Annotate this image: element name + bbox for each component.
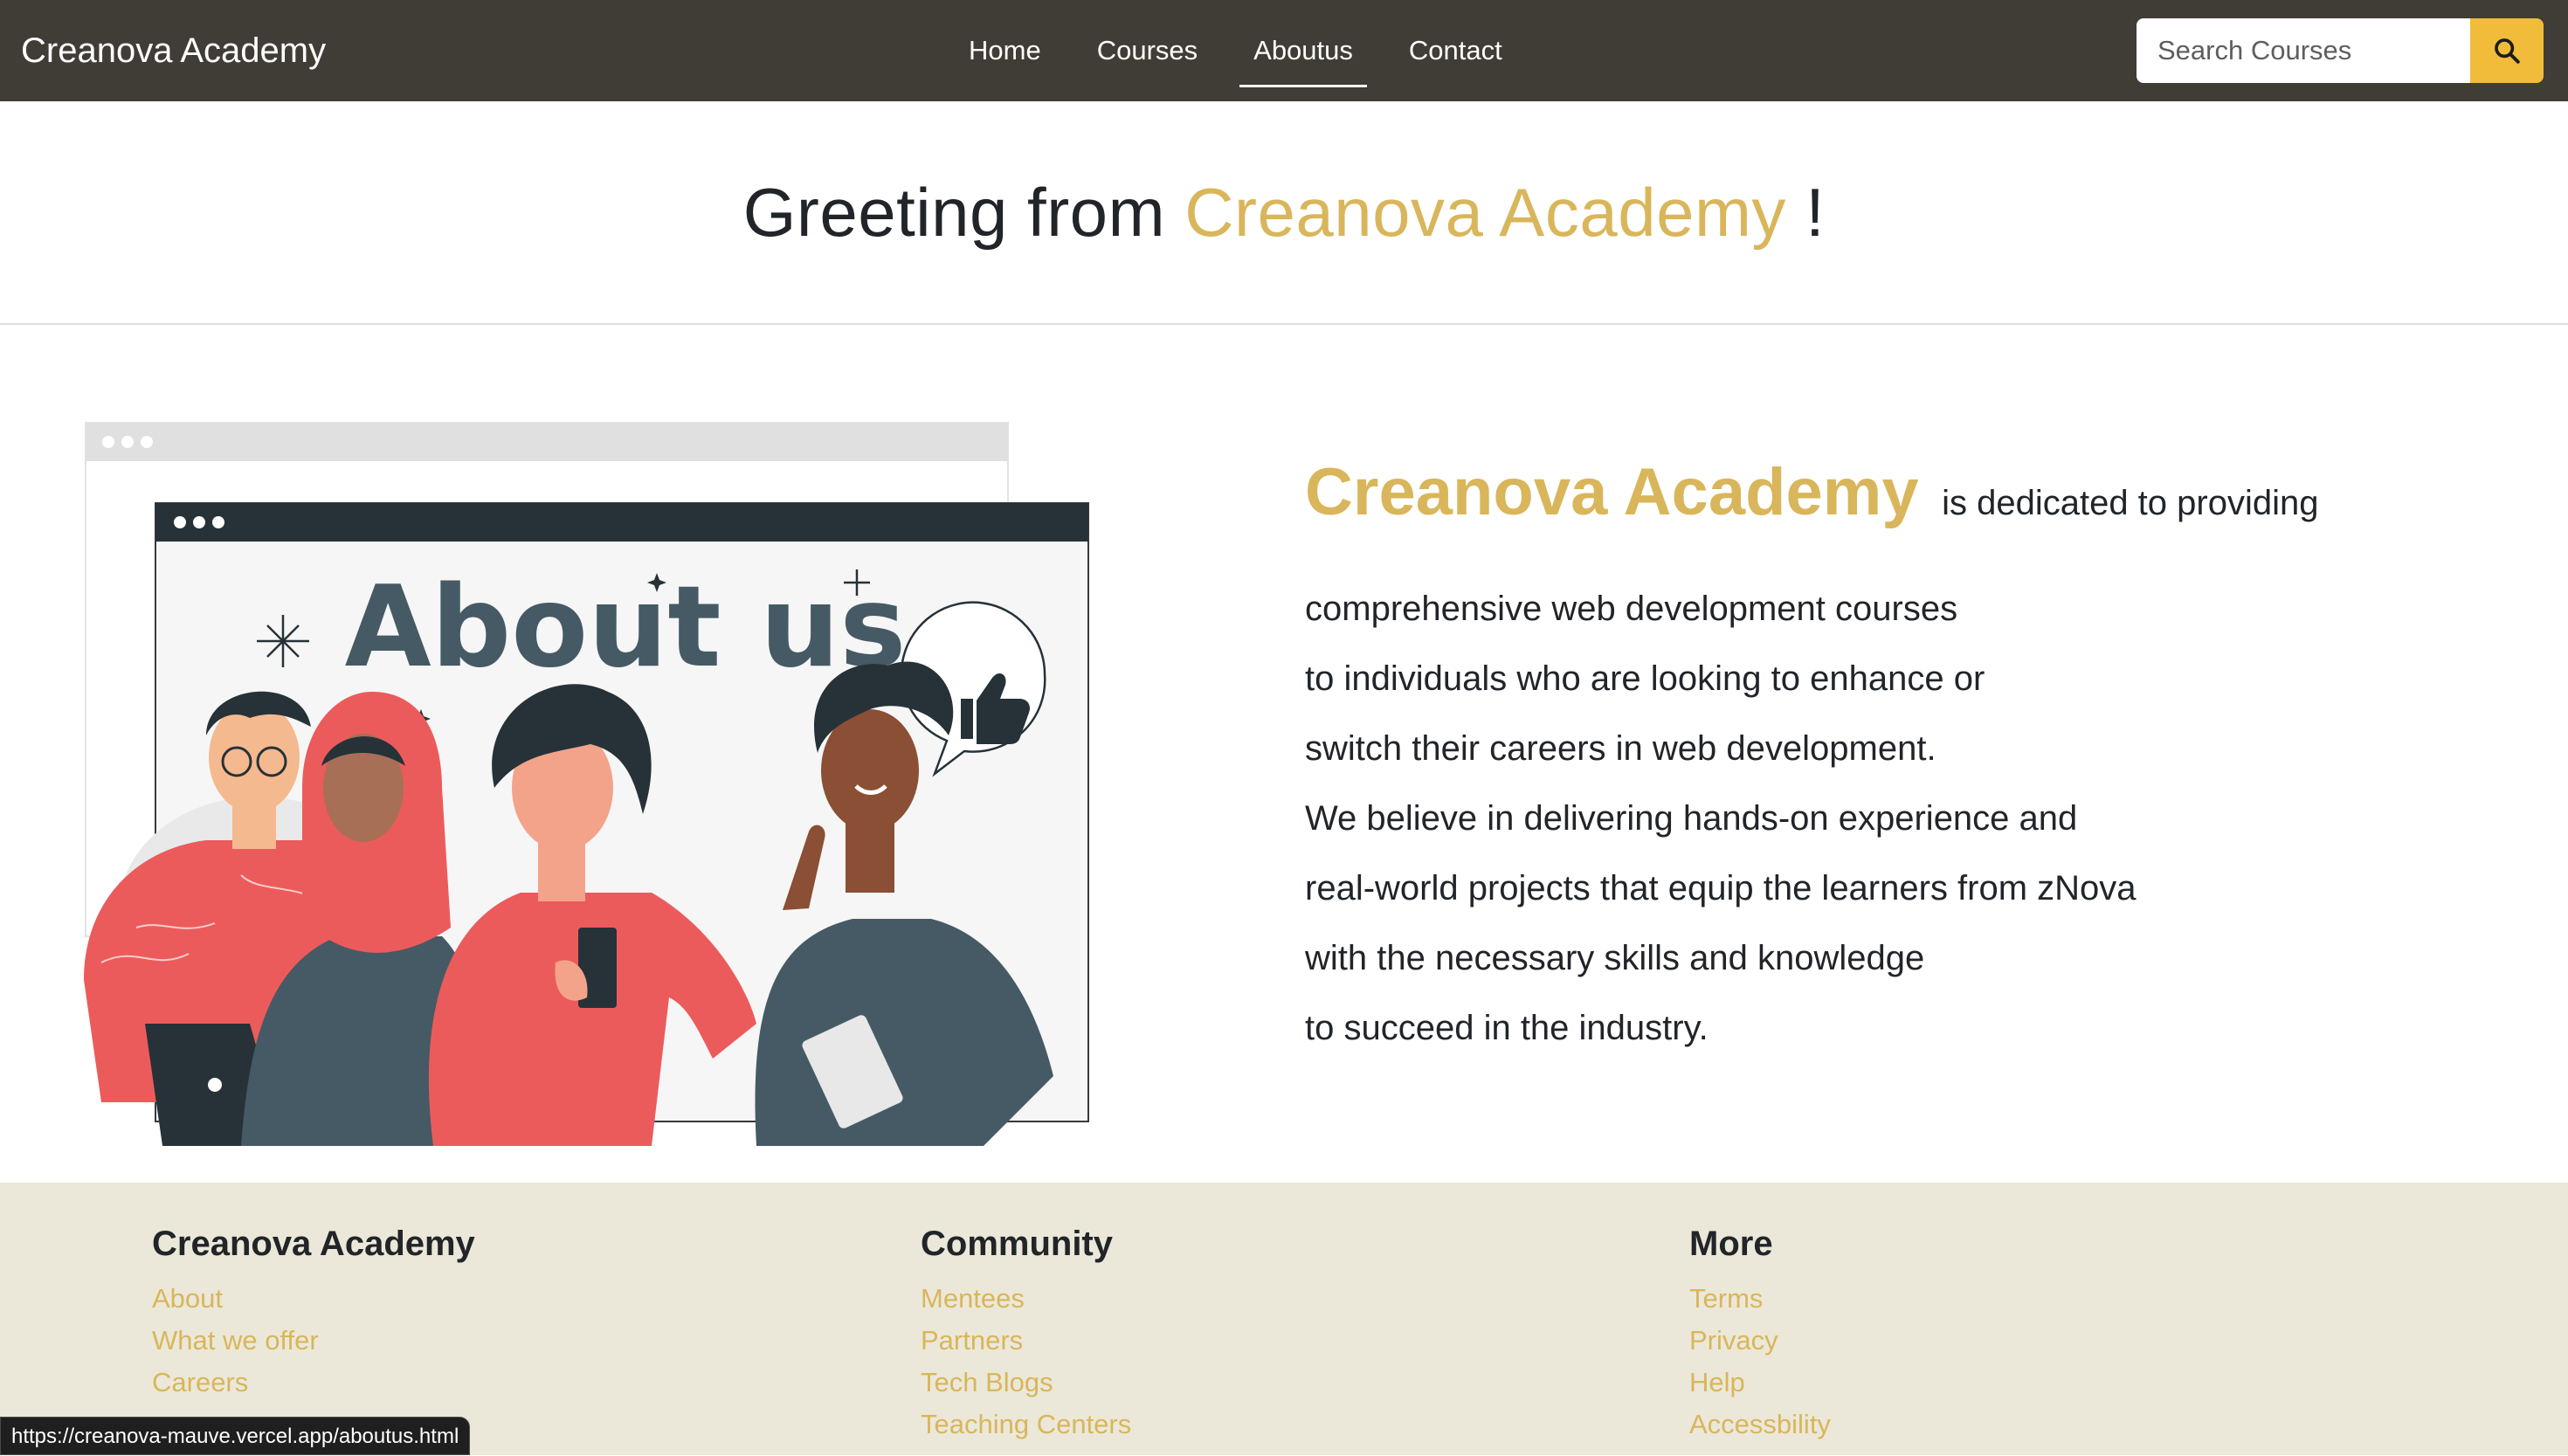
search-button[interactable] [2470,18,2544,83]
footer-link-tech-blogs[interactable]: Tech Blogs [921,1362,1131,1404]
footer-link-help[interactable]: Help [1689,1362,1831,1404]
search-icon [2495,38,2520,64]
footer-link-teaching-centers[interactable]: Teaching Centers [921,1404,1131,1446]
nav-link-contact[interactable]: Contact [1381,0,1530,101]
footer-column-community: Community Mentees Partners Tech Blogs Te… [921,1225,1131,1446]
about-line: We believe in delivering hands-on experi… [1305,799,2078,838]
footer-link-terms[interactable]: Terms [1689,1278,1831,1320]
footer: Creanova Academy About What we offer Car… [0,1183,2568,1455]
footer-column-creanova: Creanova Academy About What we offer Car… [152,1225,475,1404]
footer-link-partners[interactable]: Partners [921,1320,1131,1362]
greeting-suffix: ! [1805,173,1826,251]
about-line: switch their careers in web development. [1305,729,1936,768]
about-line: with the necessary skills and knowledge [1305,939,1925,977]
about-line: to succeed in the industry. [1305,1009,1709,1047]
about-us-illustration: About us [84,422,1089,1146]
search-input[interactable] [2137,18,2470,83]
footer-column-title: Creanova Academy [152,1225,475,1263]
about-line: comprehensive web development courses [1305,590,1958,628]
footer-link-what-we-offer[interactable]: What we offer [152,1320,475,1362]
greeting-heading: Greeting from Creanova Academy ! [743,173,1826,252]
about-lead: is dedicated to providing [1942,484,2319,522]
about-heading: Creanova Academy is dedicated to providi… [1305,454,2510,530]
about-line: to individuals who are looking to enhanc… [1305,659,1985,698]
navbar: Creanova Academy Home Courses Aboutus Co… [0,0,2568,101]
about-line: real-world projects that equip the learn… [1305,869,2137,907]
brand-link[interactable]: Creanova Academy [21,26,326,75]
footer-column-title: Community [921,1225,1113,1263]
footer-link-careers[interactable]: Careers [152,1362,475,1404]
status-bar-url: https://creanova-mauve.vercel.app/aboutu… [0,1417,471,1455]
footer-link-mentees[interactable]: Mentees [921,1278,1131,1320]
footer-column-title: More [1689,1225,1773,1263]
about-brand: Creanova Academy [1305,455,1919,529]
greeting-section: Greeting from Creanova Academy ! [0,101,2568,325]
greeting-prefix: Greeting from [742,173,1166,251]
nav-link-aboutus[interactable]: Aboutus [1225,0,1381,101]
search-form [2137,18,2544,83]
footer-link-about[interactable]: About [152,1278,475,1320]
footer-column-more: More Terms Privacy Help Accessbility [1689,1225,1831,1446]
nav-link-courses[interactable]: Courses [1069,0,1225,101]
nav-link-home[interactable]: Home [941,0,1069,101]
greeting-brand: Creanova Academy [1184,173,1786,251]
footer-link-accessibility[interactable]: Accessbility [1689,1404,1831,1446]
illustration-title: About us [345,562,907,693]
footer-link-privacy[interactable]: Privacy [1689,1320,1831,1362]
nav-links: Home Courses Aboutus Contact [941,0,1530,101]
about-section: Creanova Academy is dedicated to providi… [1305,454,2510,1063]
